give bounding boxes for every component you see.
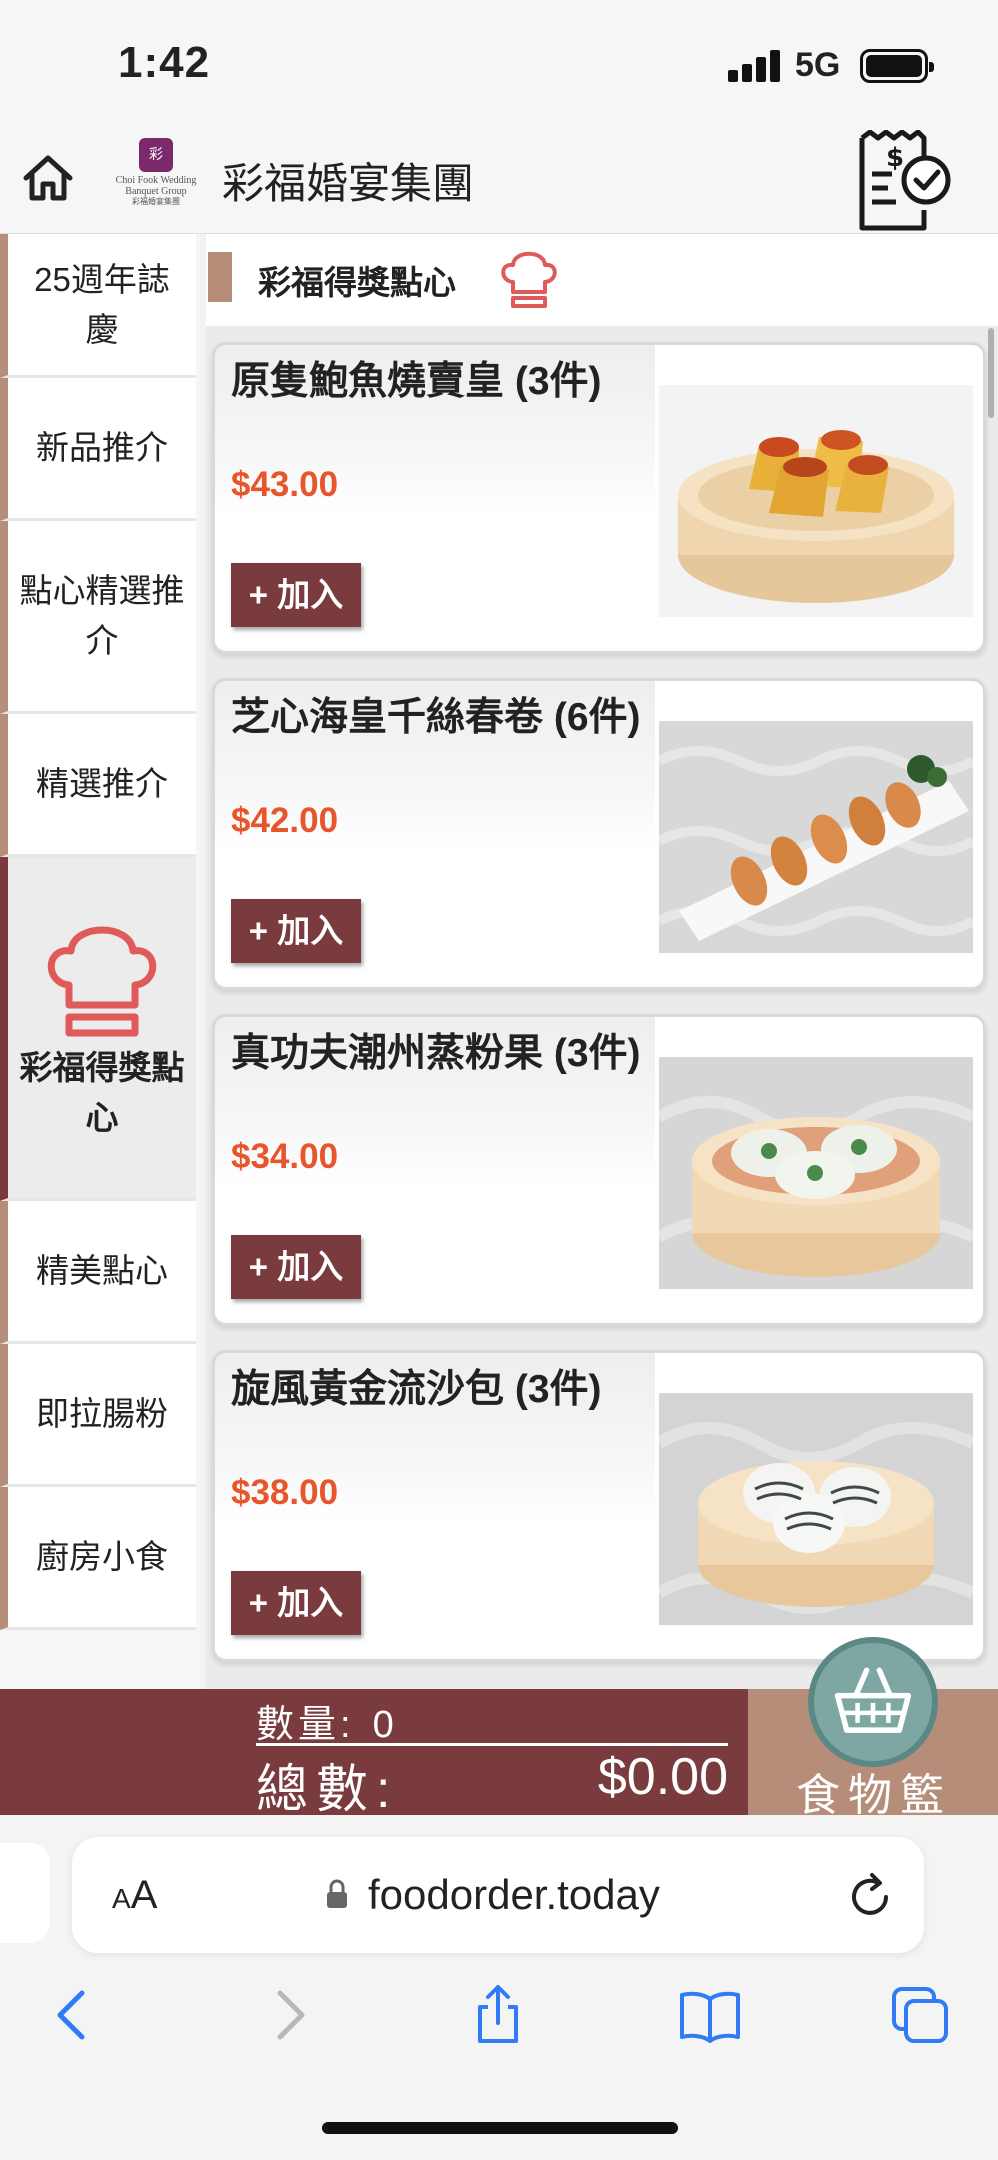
section-marker — [208, 252, 232, 302]
spring-roll-image — [659, 721, 973, 953]
category-label: 彩福得獎點心 — [19, 1048, 185, 1136]
steamed-dumpling-image — [659, 1057, 973, 1289]
product-list[interactable]: 原隻鮑魚燒賣皇 (3件) $43.00 + 加入 芝心海皇千絲春卷 (6件) $… — [206, 326, 998, 1689]
category-label: 點心精選推介 — [19, 572, 185, 659]
home-icon — [23, 155, 73, 201]
add-to-cart-button[interactable]: + 加入 — [231, 899, 361, 963]
total-value: $0.00 — [597, 1748, 728, 1806]
product-card[interactable]: 旋風黃金流沙包 (3件) $38.00 + 加入 — [212, 1350, 986, 1662]
status-bar: 1:42 5G — [0, 0, 998, 130]
basket-icon[interactable] — [808, 1637, 938, 1767]
brand-logo: 彩 Choi Fook Wedding Banquet Group 彩福婚宴集團 — [108, 138, 204, 224]
share-icon[interactable] — [466, 1983, 530, 2047]
product-price: $42.00 — [231, 801, 339, 840]
app-header: 彩 Choi Fook Wedding Banquet Group 彩福婚宴集團… — [0, 129, 998, 234]
add-to-cart-button[interactable]: + 加入 — [231, 563, 361, 627]
status-time: 1:42 — [118, 38, 211, 87]
tabs-icon[interactable] — [888, 1983, 952, 2047]
reader-settings-button[interactable]: AA — [112, 1873, 157, 1918]
category-fine-dimsum[interactable]: 精美點心 — [0, 1201, 196, 1344]
home-button[interactable] — [20, 150, 76, 206]
add-to-cart-button[interactable]: + 加入 — [231, 1235, 361, 1299]
category-award-dimsum[interactable]: 彩福得獎點心 — [0, 857, 196, 1201]
network-type: 5G — [795, 46, 841, 84]
quantity-label: 數量: — [256, 1704, 355, 1746]
product-card[interactable]: 芝心海皇千絲春卷 (6件) $42.00 + 加入 — [212, 678, 986, 990]
url-text: foodorder.today — [368, 1871, 660, 1918]
svg-text:$: $ — [886, 143, 904, 173]
signal-icon — [728, 50, 782, 82]
forward-icon[interactable] — [256, 1983, 320, 2047]
section-title: 彩福得獎點心 — [258, 264, 456, 301]
lock-icon — [327, 1879, 347, 1908]
add-to-cart-button[interactable]: + 加入 — [231, 1571, 361, 1635]
category-label: 25週年誌慶 — [34, 260, 170, 348]
product-name: 原隻鮑魚燒賣皇 (3件) — [231, 360, 602, 403]
product-card[interactable]: 原隻鮑魚燒賣皇 (3件) $43.00 + 加入 — [212, 342, 986, 654]
receipt-check-icon: $ — [859, 129, 951, 231]
quantity-value: 0 — [372, 1704, 398, 1746]
category-label: 精美點心 — [36, 1252, 168, 1289]
category-featured[interactable]: 精選推介 — [0, 714, 196, 857]
product-price: $38.00 — [231, 1473, 339, 1512]
product-name: 芝心海皇千絲春卷 (6件) — [231, 696, 641, 739]
browser-toolbar: AA foodorder.today — [0, 1815, 998, 2160]
total-label: 總數: — [256, 1761, 399, 1819]
product-card[interactable]: 真功夫潮州蒸粉果 (3件) $34.00 + 加入 — [212, 1014, 986, 1326]
logo-mark: 彩 — [139, 138, 173, 172]
category-label: 新品推介 — [36, 429, 168, 466]
category-label: 即拉腸粉 — [36, 1395, 168, 1432]
category-label: 精選推介 — [36, 765, 168, 802]
order-receipt-button[interactable]: $ — [852, 129, 956, 234]
divider — [256, 1743, 728, 1746]
siu-mai-image — [659, 385, 973, 617]
product-name: 旋風黃金流沙包 (3件) — [231, 1368, 602, 1411]
category-25th-anniversary[interactable]: 25週年誌慶 — [0, 234, 196, 378]
category-kitchen-snacks[interactable]: 廚房小食 — [0, 1487, 196, 1630]
previous-tab[interactable] — [0, 1843, 50, 1943]
back-icon[interactable] — [42, 1983, 106, 2047]
custard-bun-image — [659, 1393, 973, 1625]
product-price: $34.00 — [231, 1137, 339, 1176]
product-price: $43.00 — [231, 465, 339, 504]
address-bar[interactable]: AA foodorder.today — [72, 1837, 924, 1953]
logo-zh: 彩福婚宴集團 — [132, 197, 180, 206]
category-label: 廚房小食 — [36, 1538, 168, 1575]
category-sidebar: 25週年誌慶 新品推介 點心精選推介 精選推介 彩福得獎點心 精美點心 即拉腸粉… — [0, 234, 200, 1689]
brand-title: 彩福婚宴集團 — [222, 159, 475, 208]
battery-icon — [860, 49, 934, 83]
reload-icon[interactable] — [842, 1867, 898, 1923]
category-new-items[interactable]: 新品推介 — [0, 378, 196, 521]
category-rice-rolls[interactable]: 即拉腸粉 — [0, 1344, 196, 1487]
section-header: 彩福得獎點心 — [206, 234, 998, 326]
chef-hat-icon — [501, 251, 557, 308]
basket-label[interactable]: 食物籃 — [796, 1759, 952, 1823]
logo-en: Choi Fook Wedding Banquet Group — [115, 175, 197, 197]
bookmarks-icon[interactable] — [678, 1983, 742, 2047]
scrollbar[interactable] — [988, 328, 994, 418]
cart-quantity: 數量: 0 — [256, 1693, 398, 1748]
cart-summary-bar: 數量: 0 總數: $0.00 食物籃 — [0, 1637, 998, 1820]
product-name: 真功夫潮州蒸粉果 (3件) — [231, 1032, 641, 1075]
home-indicator — [322, 2122, 678, 2134]
category-dimsum-selection[interactable]: 點心精選推介 — [0, 521, 196, 714]
chef-hat-icon — [47, 926, 157, 1036]
